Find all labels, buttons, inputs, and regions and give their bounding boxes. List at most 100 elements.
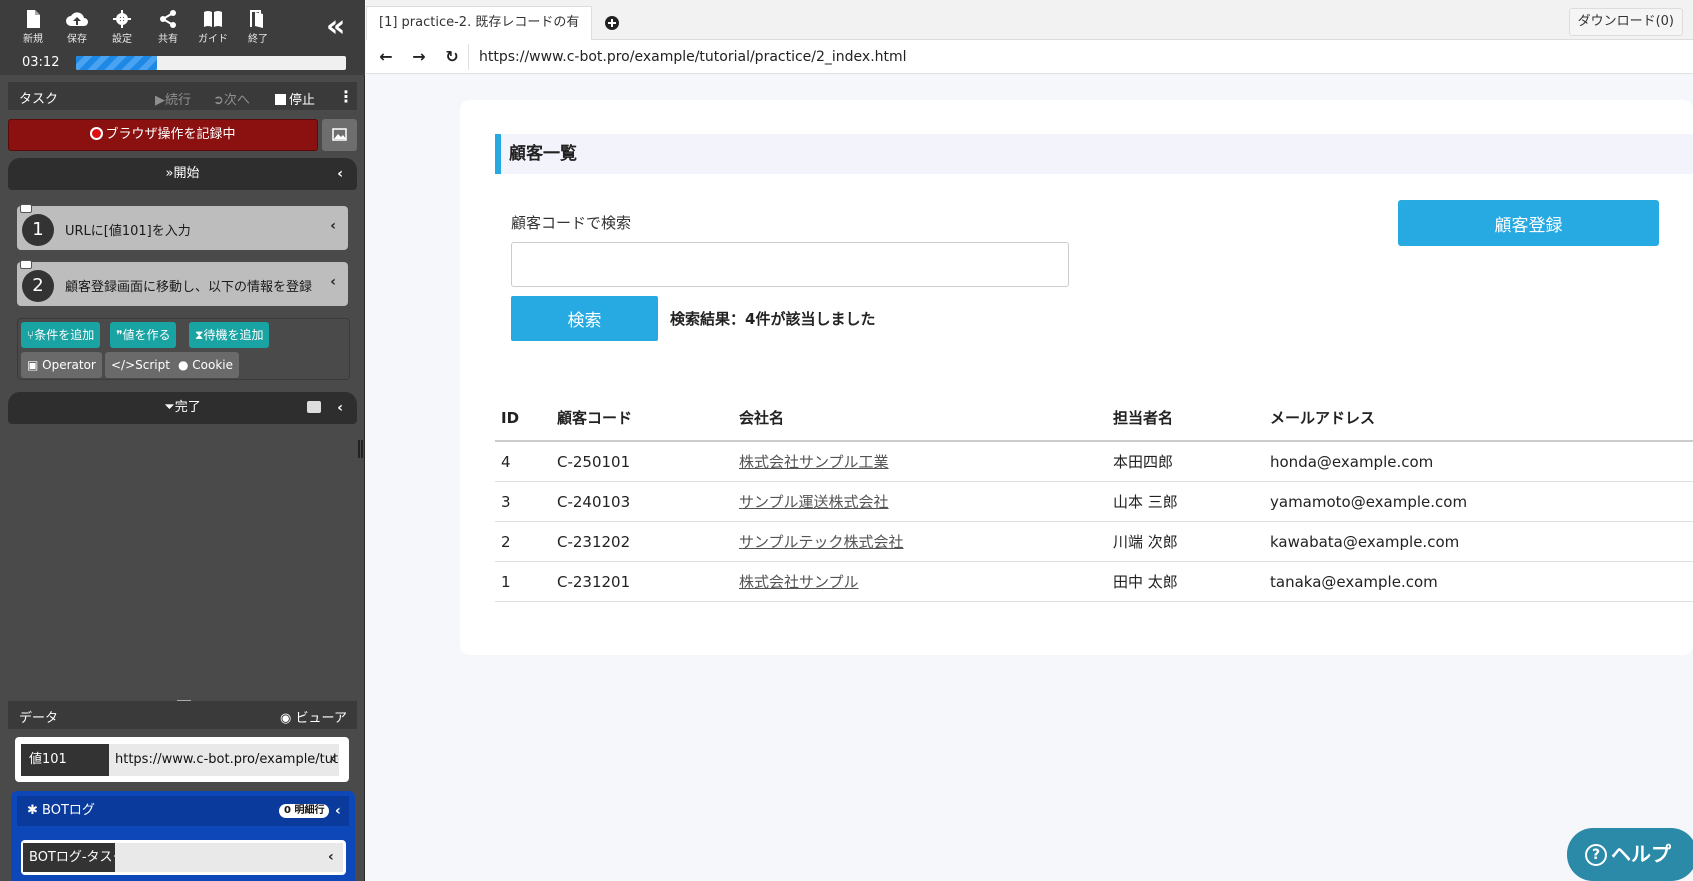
stop-checkbox[interactable]: 停止	[275, 89, 315, 108]
step-item[interactable]: 1 URLに[値101]を入力 ‹	[17, 204, 348, 250]
bot-editor-panel: 新規 保存 設定 共有 ガイド 終了 « 03:12 タスク ▶続行 ➲次へ 停…	[0, 0, 365, 881]
company-link[interactable]: サンプル運送株式会社	[739, 491, 889, 512]
end-section-header[interactable]: ⏷完了 ‹	[8, 392, 357, 424]
data-item-key: 値101	[21, 744, 109, 776]
elapsed-timer: 03:12	[22, 55, 60, 70]
cookie-button[interactable]: ● Cookie	[172, 352, 240, 378]
page-title: 顧客一覧	[495, 134, 1693, 174]
company-link[interactable]: 株式会社サンプル工業	[739, 451, 889, 472]
checkbox-icon	[275, 94, 286, 105]
step-item[interactable]: 2 顧客登録画面に移動し、以下の情報を登録 ‹	[17, 260, 348, 306]
more-menu-icon[interactable]: ⋮	[338, 87, 354, 106]
help-button[interactable]: ? ヘルプ	[1567, 828, 1693, 881]
comment-icon	[20, 204, 32, 213]
table-header: ID 顧客コード 会社名 担当者名 メールアドレス	[495, 395, 1693, 442]
add-condition-button[interactable]: ⑂条件を追加	[21, 322, 101, 348]
guide-button[interactable]: ガイド	[193, 10, 233, 50]
add-wait-button[interactable]: ⧗待機を追加	[189, 322, 270, 348]
step-label: 顧客登録画面に移動し、以下の情報を登録	[65, 280, 313, 295]
add-action-toolbox: ⑂条件を追加 ❞値を作る ⧗待機を追加 ▣ Operator </>Script…	[17, 318, 350, 380]
code-icon: </>	[111, 358, 136, 372]
step-number: 1	[22, 214, 54, 246]
forward-arrow-icon[interactable]: →	[407, 46, 431, 70]
file-icon	[27, 10, 40, 28]
cell-id: 4	[501, 452, 511, 471]
save-button[interactable]: 保存	[57, 10, 97, 50]
image-button[interactable]	[322, 119, 357, 151]
search-button[interactable]: 検索	[511, 296, 658, 341]
column-header: メールアドレス	[1270, 409, 1376, 427]
botlog-item-value	[115, 843, 343, 872]
table-row: 3 C-240103 サンプル運送株式会社 山本 三郎 yamamoto@exa…	[495, 482, 1693, 522]
url-input[interactable]	[468, 44, 1688, 70]
image-icon	[332, 128, 347, 141]
column-header: 会社名	[739, 409, 785, 427]
door-exit-icon	[250, 10, 263, 28]
back-arrow-icon[interactable]: ←	[374, 46, 398, 70]
exit-button[interactable]: 終了	[238, 10, 278, 50]
data-title: データ	[19, 711, 59, 726]
make-value-button[interactable]: ❞値を作る	[110, 322, 177, 348]
eye-icon: ◉	[280, 711, 296, 726]
question-icon: ?	[1585, 844, 1607, 866]
cell-id: 2	[501, 532, 511, 551]
chevron-left-icon: ‹	[337, 166, 343, 182]
customer-code-search-input[interactable]	[511, 242, 1069, 287]
company-link[interactable]: 株式会社サンプル	[739, 571, 859, 592]
download-button[interactable]: ダウンロード(0)	[1568, 8, 1683, 36]
play-icon: ▶	[155, 93, 165, 108]
progress-fill	[76, 56, 157, 70]
collapse-panel-button[interactable]: «	[326, 12, 356, 44]
data-item[interactable]: 値101 https://www.c-bot.pro/example/tutor…	[15, 737, 349, 782]
botlog-item[interactable]: BOTログ-タスク ‹	[21, 840, 346, 875]
cell-id: 1	[501, 572, 511, 591]
search-result-text: 検索結果：4件が該当しました	[670, 310, 876, 328]
column-header: 顧客コード	[557, 409, 633, 427]
search-label: 顧客コードで検索	[511, 214, 632, 232]
botlog-item-key: BOTログ-タスク	[23, 843, 115, 872]
panel-splitter[interactable]	[358, 440, 363, 458]
reload-icon[interactable]: ↻	[440, 46, 464, 70]
settings-button[interactable]: 設定	[102, 10, 142, 50]
script-button[interactable]: </>Script	[105, 352, 176, 378]
start-section-header[interactable]: »開始 ‹	[8, 158, 357, 190]
chevron-left-icon: ‹	[330, 751, 336, 767]
chevron-left-icon: ‹	[335, 803, 341, 819]
cell-rep: 山本 三郎	[1113, 493, 1178, 511]
cell-rep: 川端 次郎	[1113, 533, 1178, 551]
company-link[interactable]: サンプルテック株式会社	[739, 531, 904, 552]
cell-email: tanaka@example.com	[1270, 572, 1438, 591]
column-header: 担当者名	[1113, 409, 1174, 427]
recording-button[interactable]: ブラウザ操作を記録中	[8, 119, 318, 151]
cookie-icon: ●	[178, 358, 193, 372]
new-button[interactable]: 新規	[13, 10, 53, 50]
cell-code: C-250101	[557, 452, 631, 471]
task-header: タスク ▶続行 ➲次へ 停止 ⋮	[8, 82, 357, 110]
cell-code: C-231202	[557, 532, 631, 551]
browser-tab[interactable]: [1] practice-2. 既存レコードの有	[366, 6, 592, 40]
cloud-upload-icon	[66, 12, 88, 26]
chevron-left-icon: ‹	[330, 218, 336, 234]
plus-circle-icon	[605, 16, 619, 30]
operator-button[interactable]: ▣ Operator	[21, 352, 102, 378]
new-tab-button[interactable]	[596, 8, 628, 38]
book-icon	[204, 11, 222, 27]
viewer-button[interactable]: ◉ ビューア	[280, 707, 347, 726]
flag-icon: ⏷	[164, 400, 175, 415]
continue-button[interactable]: ▶続行	[155, 89, 191, 108]
cell-rep: 本田四郎	[1113, 453, 1174, 471]
customer-list-card: 顧客一覧 顧客コードで検索 検索 検索結果：4件が該当しました 顧客登録 ID …	[460, 100, 1693, 655]
step-number: 2	[22, 270, 54, 302]
chevron-left-icon: ‹	[330, 274, 336, 290]
table-row: 4 C-250101 株式会社サンプル工業 本田四郎 honda@example…	[495, 442, 1693, 482]
next-button[interactable]: ➲次へ	[213, 89, 250, 108]
register-customer-button[interactable]: 顧客登録	[1398, 200, 1659, 246]
browser-tab-bar: [1] practice-2. 既存レコードの有 ダウンロード(0)	[366, 0, 1693, 40]
share-button[interactable]: 共有	[148, 10, 188, 50]
share-icon	[160, 10, 176, 28]
botlog-header[interactable]: ✱ BOTログ 0 明細行 ‹	[17, 796, 349, 826]
cell-email: kawabata@example.com	[1270, 532, 1460, 551]
cell-email: honda@example.com	[1270, 452, 1434, 471]
camera-icon[interactable]	[307, 401, 321, 413]
chevron-left-icon: ‹	[337, 400, 343, 416]
